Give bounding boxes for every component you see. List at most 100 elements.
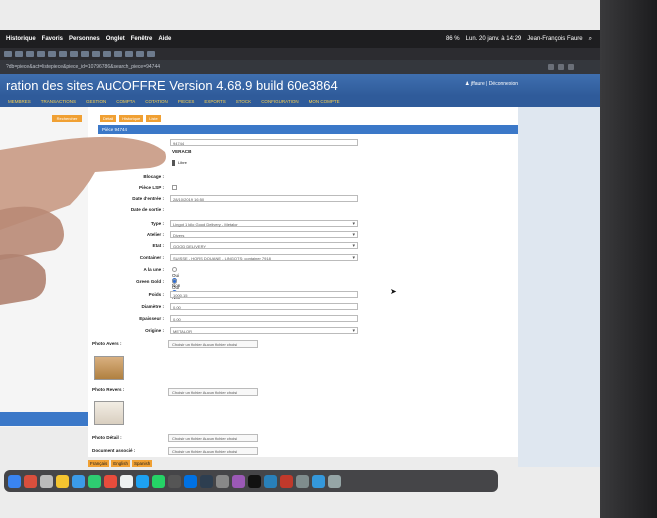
header-username[interactable]: jffaure xyxy=(471,81,485,87)
a-la-une-oui-radio[interactable] xyxy=(172,267,177,273)
file-button[interactable]: Choisir un fichier xyxy=(172,436,202,441)
url-text[interactable]: ?db=piece&act=listepiece&piece_id=107967… xyxy=(6,64,160,70)
photo-avers-file[interactable]: Choisir un fichier Aucun fichier choisi xyxy=(168,340,258,348)
menu-aide[interactable]: Aide xyxy=(158,36,171,42)
menu-fenetre[interactable]: Fenêtre xyxy=(131,36,153,42)
poids-input[interactable]: 1000.15 xyxy=(170,291,358,298)
whatsapp-icon[interactable] xyxy=(152,474,165,488)
browser-tab[interactable] xyxy=(26,51,34,57)
status-text: Libre xyxy=(178,160,187,165)
lang-english[interactable]: English xyxy=(111,460,131,467)
nav-compta[interactable]: COMPTA xyxy=(116,99,135,104)
search-icon[interactable]: ⌕ xyxy=(589,36,592,43)
app-icon[interactable] xyxy=(136,474,149,488)
nav-pieces[interactable]: PIECES xyxy=(178,99,195,104)
extension-icon[interactable] xyxy=(558,64,564,70)
app-icon[interactable] xyxy=(120,474,133,488)
container-select[interactable]: SUISSE - HORS DOUANE - LINGOTS: containe… xyxy=(170,254,358,262)
origine-select[interactable]: METALOR xyxy=(170,327,358,335)
trash-icon[interactable] xyxy=(328,474,341,488)
browser-tab[interactable] xyxy=(4,51,12,57)
atelier-select[interactable]: Divers xyxy=(170,231,358,239)
lightroom-icon[interactable] xyxy=(200,474,213,488)
menu-personnes[interactable]: Personnes xyxy=(69,36,100,42)
browser-tab[interactable] xyxy=(81,51,89,57)
app-icon[interactable] xyxy=(168,474,181,488)
browser-window: Historique Favoris Personnes Onglet Fenê… xyxy=(0,0,600,518)
green-gold-oui-radio[interactable] xyxy=(172,279,177,285)
app-icon[interactable] xyxy=(216,474,229,488)
logout-link[interactable]: Déconnexion xyxy=(489,81,518,87)
tab-detail[interactable]: Détail xyxy=(100,115,117,122)
file-button[interactable]: Choisir un fichier xyxy=(172,449,202,454)
mouse-cursor-icon: ➤ xyxy=(390,287,397,296)
browser-tab[interactable] xyxy=(147,51,155,57)
menu-favoris[interactable]: Favoris xyxy=(42,36,63,42)
tab-liste[interactable]: Liste xyxy=(146,115,161,122)
extension-icon[interactable] xyxy=(568,64,574,70)
search-button[interactable]: Rechercher xyxy=(52,115,82,122)
tab-historique[interactable]: Historique xyxy=(119,115,144,122)
chrome-icon[interactable] xyxy=(56,474,69,488)
app-icon[interactable] xyxy=(184,474,197,488)
browser-tab[interactable] xyxy=(59,51,67,57)
browser-tab[interactable] xyxy=(114,51,122,57)
folder-icon[interactable] xyxy=(312,474,325,488)
app-icon[interactable] xyxy=(296,474,309,488)
epaisseur-input[interactable]: 0.00 xyxy=(170,315,358,322)
app-icon[interactable] xyxy=(88,474,101,488)
field-label: Epaisseur : xyxy=(139,316,164,321)
browser-tab[interactable] xyxy=(103,51,111,57)
file-button[interactable]: Choisir un fichier xyxy=(172,342,202,347)
field-label: Container : xyxy=(139,255,164,260)
nav-exports[interactable]: EXPORTS xyxy=(204,99,225,104)
browser-tab[interactable] xyxy=(92,51,100,57)
document-associe-file[interactable]: Choisir un fichier Aucun fichier choisi xyxy=(168,447,258,455)
lang-spanish[interactable]: Spanish xyxy=(132,460,153,467)
photo-revers-thumbnail[interactable] xyxy=(94,401,124,425)
date-entree-input[interactable]: 28/10/2019 16:50 xyxy=(170,195,358,202)
finder-icon[interactable] xyxy=(72,474,85,488)
extension-icon[interactable] xyxy=(548,64,554,70)
type-select[interactable]: Lingot 1 kilo Good Delivery - Metalor xyxy=(170,220,358,228)
nav-configuration[interactable]: CONFIGURATION xyxy=(261,99,298,104)
field-label: Type : xyxy=(150,221,164,226)
podcasts-icon[interactable] xyxy=(232,474,245,488)
file-status: Aucun fichier choisi xyxy=(202,449,238,454)
app-store-icon[interactable] xyxy=(8,474,21,488)
tv-icon[interactable] xyxy=(248,474,261,488)
app-icon[interactable] xyxy=(40,474,53,488)
field-label: Date d'entrée : xyxy=(132,196,164,201)
browser-tab[interactable] xyxy=(136,51,144,57)
photo-revers-file[interactable]: Choisir un fichier Aucun fichier choisi xyxy=(168,388,258,396)
piece-search-input[interactable]: 94744 xyxy=(170,139,358,146)
photo-detail-file[interactable]: Choisir un fichier Aucun fichier choisi xyxy=(168,434,258,442)
nav-cotation[interactable]: COTATION xyxy=(145,99,168,104)
app-icon[interactable] xyxy=(24,474,37,488)
menu-onglet[interactable]: Onglet xyxy=(106,36,125,42)
nav-stock[interactable]: STOCK xyxy=(236,99,251,104)
nav-gestion[interactable]: GESTION xyxy=(86,99,106,104)
menu-historique[interactable]: Historique xyxy=(6,36,36,42)
app-icon[interactable] xyxy=(104,474,117,488)
file-button[interactable]: Choisir un fichier xyxy=(172,390,202,395)
diametre-input[interactable]: 0.00 xyxy=(170,303,358,310)
app-icon[interactable] xyxy=(280,474,293,488)
browser-tab[interactable] xyxy=(48,51,56,57)
nav-mon-compte[interactable]: MON COMPTE xyxy=(309,99,340,104)
browser-tab[interactable] xyxy=(37,51,45,57)
address-bar[interactable]: ?db=piece&act=listepiece&piece_id=107967… xyxy=(0,60,600,74)
extension-icons xyxy=(548,64,574,70)
etat-select[interactable]: GOOD DELIVERY xyxy=(170,242,358,250)
browser-tab[interactable] xyxy=(125,51,133,57)
lsp-checkbox[interactable] xyxy=(172,185,177,190)
user-name[interactable]: Jean-François Faure xyxy=(527,36,582,42)
app-icon[interactable] xyxy=(264,474,277,488)
browser-tab[interactable] xyxy=(70,51,78,57)
photo-avers-thumbnail[interactable] xyxy=(94,356,124,380)
nav-transactions[interactable]: TRANSACTIONS xyxy=(41,99,76,104)
field-label: Pièce LSP : xyxy=(139,185,164,190)
nav-membres[interactable]: MEMBRES xyxy=(8,99,31,104)
browser-tab[interactable] xyxy=(15,51,23,57)
lang-francais[interactable]: Français xyxy=(88,460,110,467)
